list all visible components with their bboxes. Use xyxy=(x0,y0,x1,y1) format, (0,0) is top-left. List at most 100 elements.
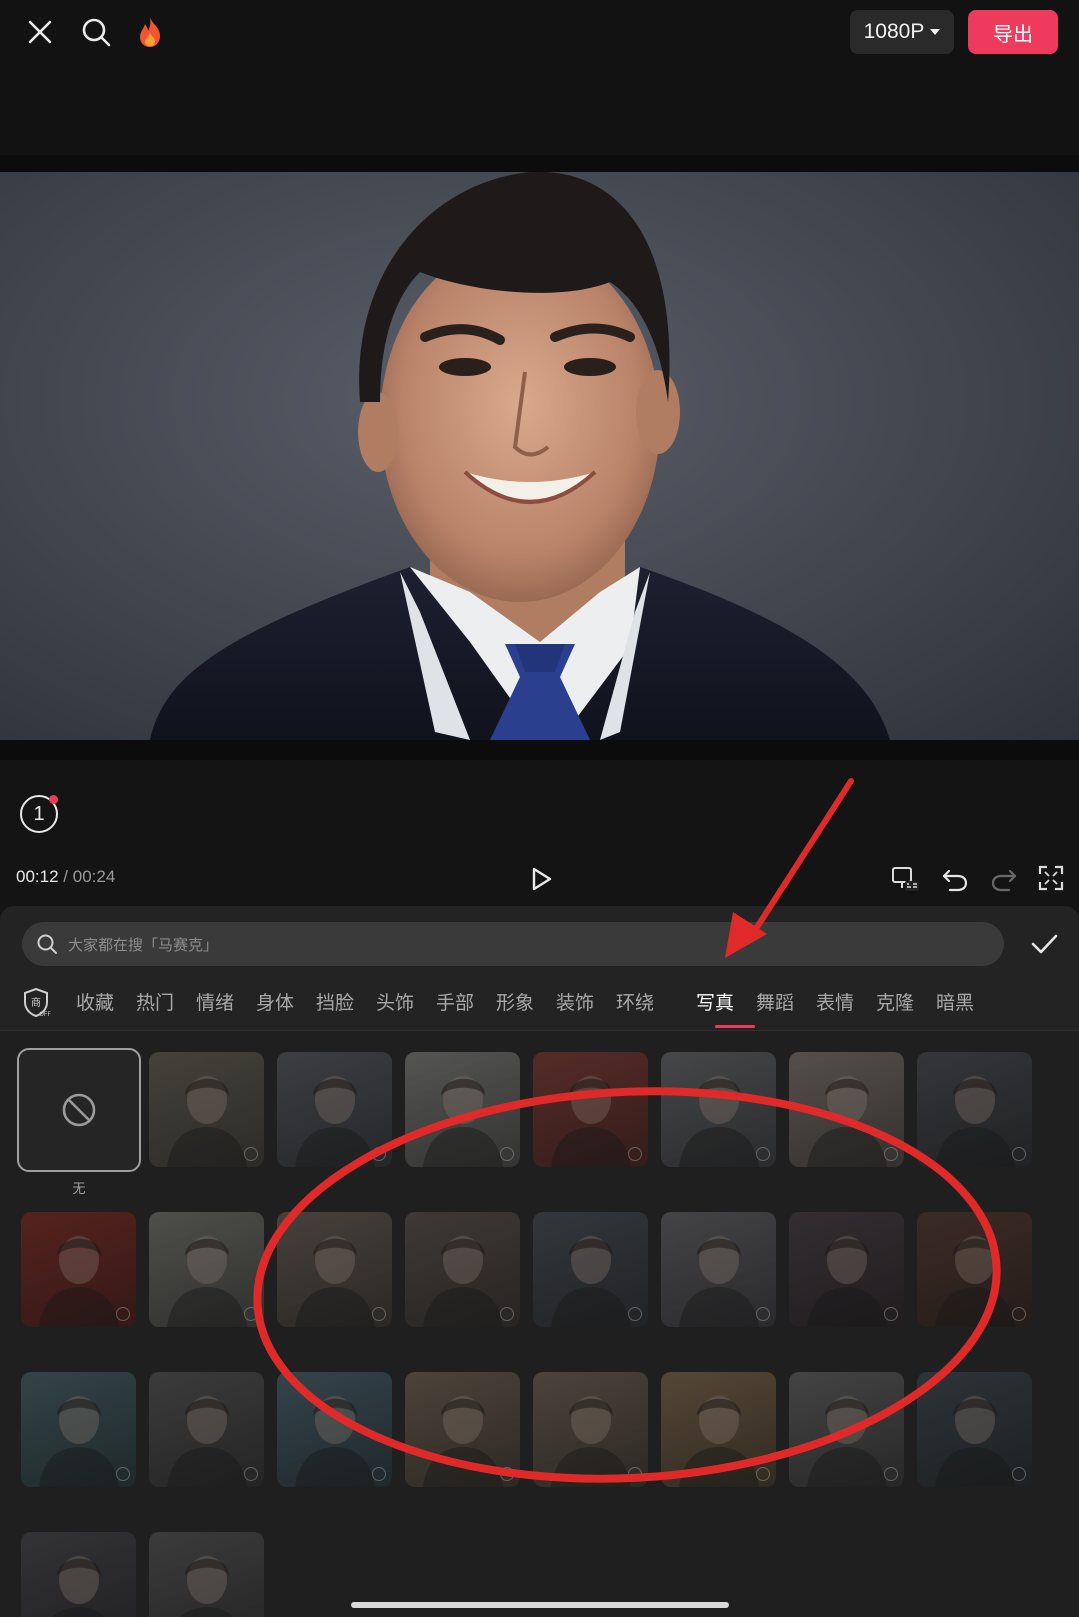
effect-thumbnail[interactable] xyxy=(21,1372,136,1487)
commercial-off-icon xyxy=(892,867,919,891)
hot-button[interactable] xyxy=(130,10,170,54)
effect-thumbnail[interactable] xyxy=(405,1052,520,1167)
category-tabs: 商 OFF 收藏 热门 情绪 身体 挡脸 头饰 手部 形象 装饰 环绕 写真 舞蹈… xyxy=(20,982,1070,1030)
effects-search-input[interactable]: 大家都在搜「马赛克」 xyxy=(22,922,1004,966)
svg-text:OFF: OFF xyxy=(39,1011,51,1018)
tab-body[interactable]: 身体 xyxy=(256,988,294,1015)
effect-thumbnail[interactable] xyxy=(533,1372,648,1487)
fullscreen-button[interactable] xyxy=(1037,864,1067,894)
export-button[interactable]: 导出 xyxy=(968,10,1058,54)
redo-icon xyxy=(991,869,1017,892)
svg-text:商: 商 xyxy=(31,996,41,1009)
effect-thumbnail[interactable] xyxy=(661,1212,776,1327)
effect-thumbnail[interactable] xyxy=(661,1372,776,1487)
effect-thumbnail[interactable] xyxy=(789,1052,904,1167)
effect-badge-icon xyxy=(116,1467,130,1481)
effect-badge-icon xyxy=(628,1147,642,1161)
effect-thumbnail[interactable] xyxy=(917,1212,1032,1327)
tab-expression[interactable]: 表情 xyxy=(816,988,854,1015)
video-frame-person xyxy=(150,172,890,740)
effect-thumbnail[interactable] xyxy=(789,1372,904,1487)
undo-button[interactable] xyxy=(940,864,970,894)
effect-badge-icon xyxy=(1012,1147,1026,1161)
effect-thumbnail[interactable] xyxy=(405,1372,520,1487)
effect-badge-icon xyxy=(500,1467,514,1481)
effect-thumbnail[interactable] xyxy=(789,1212,904,1327)
current-time: 00:12 xyxy=(16,867,59,886)
divider xyxy=(0,1030,1079,1031)
effect-thumbnail[interactable] xyxy=(533,1212,648,1327)
resolution-select[interactable]: 1080P xyxy=(850,10,954,54)
effect-badge-icon xyxy=(884,1147,898,1161)
effect-badge-icon xyxy=(628,1467,642,1481)
effect-none-tile[interactable] xyxy=(17,1048,141,1172)
tab-portrait[interactable]: 写真 xyxy=(696,988,734,1015)
effect-thumbnail[interactable] xyxy=(277,1052,392,1167)
none-icon xyxy=(62,1093,96,1127)
layers-button[interactable]: 1 xyxy=(20,795,58,833)
tab-clone[interactable]: 克隆 xyxy=(876,988,914,1015)
effect-thumbnail[interactable] xyxy=(277,1212,392,1327)
effect-thumbnail[interactable] xyxy=(149,1212,264,1327)
effect-thumbnail[interactable] xyxy=(149,1532,264,1617)
fullscreen-icon xyxy=(1038,865,1064,891)
home-indicator xyxy=(351,1602,729,1608)
fire-icon xyxy=(140,17,160,47)
search-button[interactable] xyxy=(74,10,118,54)
tab-headwear[interactable]: 头饰 xyxy=(376,988,414,1015)
tab-dance[interactable]: 舞蹈 xyxy=(756,988,794,1015)
tab-hot[interactable]: 热门 xyxy=(136,988,174,1015)
play-icon xyxy=(532,867,552,891)
redo-button[interactable] xyxy=(989,864,1019,894)
tab-dark[interactable]: 暗黑 xyxy=(936,988,974,1015)
effect-thumbnail[interactable] xyxy=(21,1532,136,1617)
search-icon xyxy=(82,18,111,47)
effect-badge-icon xyxy=(756,1307,770,1321)
letterbox-bottom xyxy=(0,740,1079,760)
tab-decoration[interactable]: 装饰 xyxy=(556,988,594,1015)
effect-thumbnail[interactable] xyxy=(277,1372,392,1487)
time-separator: / xyxy=(63,867,69,886)
commercial-off-button[interactable] xyxy=(890,864,920,894)
effect-thumbnail[interactable] xyxy=(917,1372,1032,1487)
thumbnail-portrait xyxy=(52,1556,106,1617)
confirm-button[interactable] xyxy=(1028,928,1060,960)
effect-badge-icon xyxy=(756,1467,770,1481)
effect-thumbnail[interactable] xyxy=(149,1372,264,1487)
total-time: 00:24 xyxy=(72,867,116,886)
effect-badge-icon xyxy=(116,1307,130,1321)
effect-badge-icon xyxy=(244,1467,258,1481)
effect-badge-icon xyxy=(244,1147,258,1161)
close-icon xyxy=(28,20,52,44)
effect-thumbnail[interactable] xyxy=(533,1052,648,1167)
tab-favorites[interactable]: 收藏 xyxy=(76,988,114,1015)
play-button[interactable] xyxy=(526,864,556,894)
close-button[interactable] xyxy=(20,12,60,52)
effect-badge-icon xyxy=(372,1467,386,1481)
undo-icon xyxy=(942,869,968,892)
caret-down-icon xyxy=(930,29,941,35)
resolution-label: 1080P xyxy=(863,20,925,43)
search-placeholder: 大家都在搜「马赛克」 xyxy=(68,936,219,954)
effect-badge-icon xyxy=(1012,1307,1026,1321)
effect-thumbnail[interactable] xyxy=(661,1052,776,1167)
effect-thumbnail[interactable] xyxy=(21,1212,136,1327)
effect-badge-icon xyxy=(372,1147,386,1161)
tab-surround[interactable]: 环绕 xyxy=(616,988,654,1015)
active-tab-indicator xyxy=(715,1025,755,1028)
effect-badge-icon xyxy=(372,1307,386,1321)
search-icon xyxy=(37,934,57,954)
tab-emotion[interactable]: 情绪 xyxy=(196,988,234,1015)
effect-thumbnail[interactable] xyxy=(149,1052,264,1167)
tab-face-cover[interactable]: 挡脸 xyxy=(316,988,354,1015)
tab-image[interactable]: 形象 xyxy=(496,988,534,1015)
tab-hands[interactable]: 手部 xyxy=(436,988,474,1015)
effect-badge-icon xyxy=(884,1467,898,1481)
none-label: 无 xyxy=(72,1181,86,1196)
effect-thumbnail[interactable] xyxy=(917,1052,1032,1167)
effect-thumbnail[interactable] xyxy=(405,1212,520,1327)
effect-badge-icon xyxy=(756,1147,770,1161)
video-preview[interactable] xyxy=(0,172,1079,740)
effect-badge-icon xyxy=(884,1307,898,1321)
commercial-off-icon[interactable]: 商 OFF xyxy=(20,986,52,1018)
